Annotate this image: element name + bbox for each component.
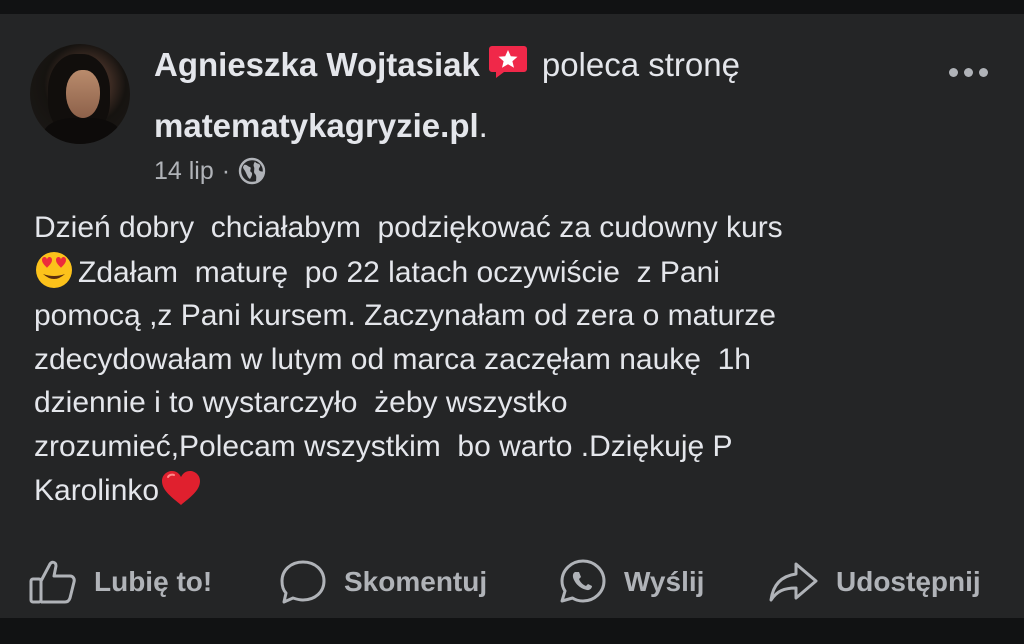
page-name-link[interactable]: matematykagryzie.pl (154, 107, 479, 144)
page-suffix: . (478, 107, 488, 144)
post-line-text: Zdałam maturę po 22 latach oczywiście z … (78, 255, 720, 289)
post-line: zdecydowałam w lutym od marca zaczęłam n… (34, 342, 751, 376)
post-meta: 14 lip · (154, 154, 266, 188)
red-heart-emoji (162, 471, 201, 505)
meta-separator: · (221, 157, 231, 185)
author-avatar[interactable] (30, 44, 130, 144)
thumbs-up-icon (29, 560, 76, 604)
post-line: Zdałam maturę po 22 latach oczywiście z … (34, 250, 1004, 295)
whatsapp-icon (560, 559, 606, 603)
action-bar: Lubię to! Skomentuj Wyślij Udostępnij (0, 550, 1024, 614)
comment-button[interactable]: Skomentuj (278, 556, 487, 608)
bottom-edge (0, 618, 1024, 644)
share-arrow-icon (769, 562, 818, 602)
like-button[interactable]: Lubię to! (28, 556, 212, 608)
post-date[interactable]: 14 lip (154, 154, 214, 188)
page-link-line: matematykagryzie.pl. (154, 106, 488, 146)
post-line: Karolinko (34, 468, 1004, 513)
more-dot (978, 67, 988, 77)
post-header: Agnieszka Wojtasiak poleca stronę (154, 44, 740, 85)
author-name[interactable]: Agnieszka Wojtasiak (154, 46, 480, 83)
like-label: Lubię to! (94, 566, 213, 597)
post-card: Agnieszka Wojtasiak poleca stronę matema… (0, 14, 1024, 618)
share-label: Udostępnij (836, 566, 981, 597)
post-line: dziennie i to wystarczyło żeby wszystko (34, 386, 568, 419)
post-line-text: Karolinko (34, 474, 160, 507)
post-line: Dzień dobry chciałabym podziękować za cu… (34, 211, 783, 244)
send-label: Wyślij (624, 566, 705, 597)
more-dot (948, 67, 958, 77)
globe-icon[interactable] (238, 157, 266, 185)
send-button[interactable]: Wyślij (558, 556, 704, 608)
more-dot (963, 67, 973, 77)
heart-eyes-emoji (36, 251, 72, 288)
post-line: zrozumieć,Polecam wszystkim bo warto .Dz… (34, 429, 733, 463)
recommendation-star-icon (488, 46, 527, 78)
comment-bubble-icon (280, 560, 326, 604)
comment-label: Skomentuj (344, 566, 488, 597)
post-line: pomocą ,z Pani kursem. Zaczynałam od zer… (34, 299, 776, 332)
share-button[interactable]: Udostępnij (768, 556, 981, 608)
top-edge (0, 0, 1024, 14)
more-options-button[interactable] (940, 60, 996, 84)
post-body: Dzień dobry chciałabym podziękować za cu… (34, 206, 1004, 513)
recommends-text: poleca stronę (541, 46, 740, 83)
